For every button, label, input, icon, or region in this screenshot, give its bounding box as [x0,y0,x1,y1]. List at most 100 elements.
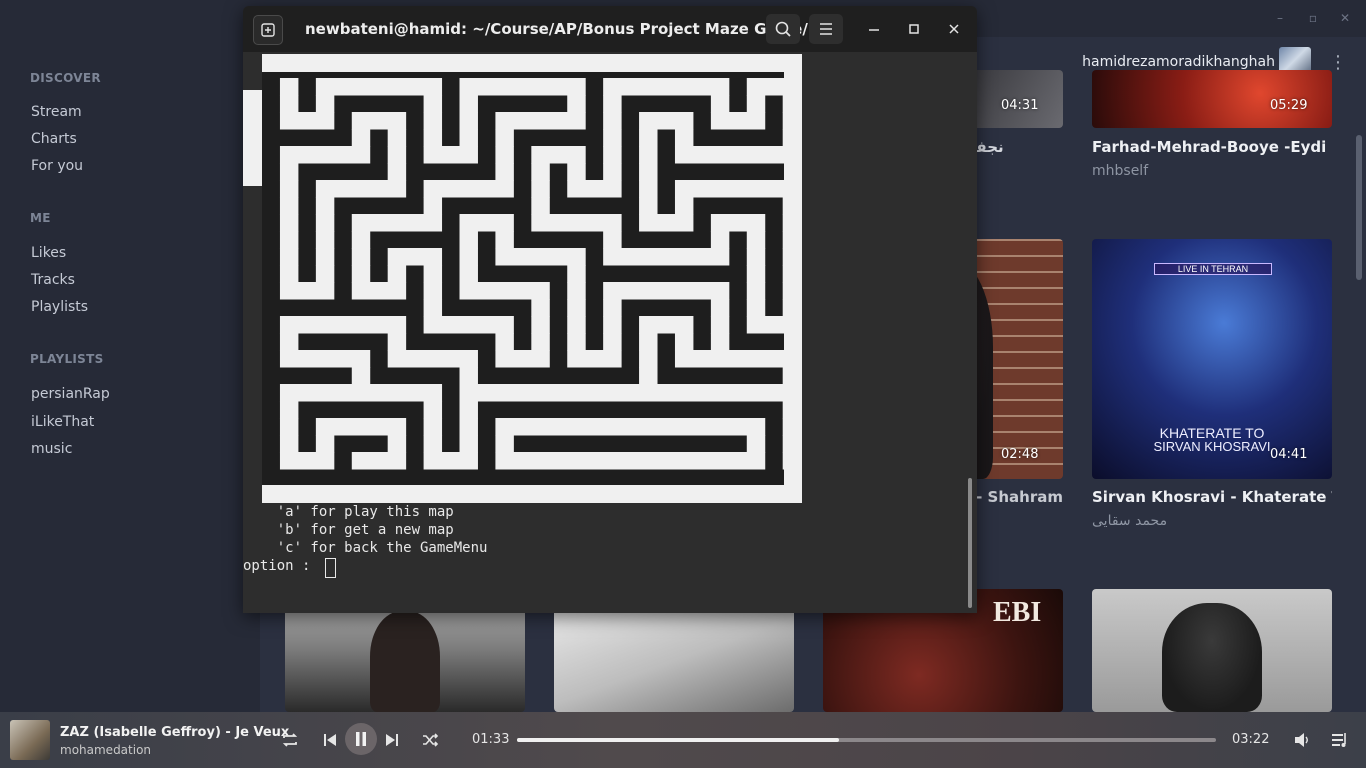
maze-path-cell [782,112,802,130]
sidebar-item-charts[interactable]: Charts [31,131,77,147]
maze-path-cell [782,316,802,334]
card-artwork[interactable]: LIVE IN TEHRAN KHATERATE TO SIRVAN KHOSR… [1092,239,1332,479]
maze-path-cell [387,248,407,266]
card-duration: 04:31 [1001,98,1039,113]
maze-path-cell [674,248,694,266]
sidebar-item-stream[interactable]: Stream [31,104,82,120]
maze-path-cell [603,129,622,147]
maze-path-cell [603,452,622,470]
maze-path-cell [746,146,766,164]
maze-path-cell [567,180,586,198]
maze-path-cell [459,180,478,198]
maze-path-cell [567,95,586,113]
maze-path-cell [674,384,694,402]
maze-path-cell [333,384,353,402]
card-artwork[interactable]: 05:29 [1092,70,1332,128]
close-icon[interactable] [947,22,961,36]
maze-path-cell [674,452,694,470]
maze-path-cell [387,146,407,164]
playlist-persianrap[interactable]: persianRap [31,386,110,402]
maze-path-cell [459,435,478,453]
now-playing-artwork[interactable] [10,720,50,760]
minimize-icon[interactable]: – [1272,10,1288,26]
maze-path-cell [710,333,730,351]
maze-path-cell [657,112,676,130]
maze-path-cell [639,452,658,470]
maze-path-cell [387,452,407,470]
playlist-music[interactable]: music [31,441,72,457]
maze-path-cell [728,214,748,232]
card-title[interactable]: Sirvan Khosravi - Khaterate To - Liv [1092,488,1332,506]
progress-bar[interactable] [517,738,1216,742]
maze-path-cell [423,95,443,113]
maze-map [243,54,802,503]
restore-icon[interactable]: ▫ [1305,10,1321,26]
previous-icon[interactable] [322,732,338,748]
maze-path-cell [782,350,802,368]
terminal-search-button[interactable] [766,14,800,44]
maze-path-cell [369,214,389,232]
maze-path-cell [405,350,425,368]
maze-path-cell [423,452,443,470]
maze-path-cell [585,452,604,470]
username[interactable]: hamidrezamoradikhanghah [1082,54,1275,70]
sidebar-item-tracks[interactable]: Tracks [31,272,75,288]
terminal-scrollbar[interactable] [968,478,972,608]
maze-path-cell [369,316,389,334]
card-subtitle[interactable]: mhbself [1092,163,1332,179]
new-tab-button[interactable] [253,15,283,45]
pause-button[interactable] [345,723,377,755]
maze-path-cell [351,282,371,300]
terminal-menu-button[interactable] [809,14,843,44]
main-scrollbar[interactable] [1356,135,1362,280]
maze-path-cell [567,214,586,232]
sidebar-item-playlists[interactable]: Playlists [31,299,88,315]
maze-path-cell [585,350,604,368]
now-playing-artist[interactable]: mohamedation [60,743,151,757]
maze-path-cell [782,265,802,283]
maze-path-cell [369,78,389,96]
minimize-icon[interactable] [867,22,881,36]
shuffle-icon[interactable] [421,731,439,749]
maze-path-cell [710,112,730,130]
maze-path-cell [746,265,766,283]
maze-path-cell [387,129,407,147]
progress-fill [517,738,839,742]
maze-path-cell [549,112,568,130]
sidebar-item-likes[interactable]: Likes [31,245,66,261]
maze-path-cell [351,146,371,164]
maze-path-cell [639,418,658,436]
maze-path-cell [387,265,407,283]
maze-path-cell [459,418,478,436]
maze-path-cell [369,384,389,402]
playlist-ilikethat[interactable]: iLikeThat [31,414,94,430]
close-icon[interactable]: ✕ [1337,10,1353,26]
maze-path-cell [531,333,550,351]
next-icon[interactable] [384,732,400,748]
maze-path-cell [585,384,604,402]
queue-icon[interactable] [1331,731,1349,749]
maze-path-cell [567,248,586,266]
terminal-line: 'a' for play this map [243,504,454,520]
repeat-icon[interactable] [281,731,299,749]
maze-path-cell [387,112,407,130]
terminal-window[interactable]: newbateni@hamid: ~/Course/AP/Bonus Proje… [243,6,977,613]
terminal-headerbar[interactable]: newbateni@hamid: ~/Course/AP/Bonus Proje… [243,6,977,52]
card-artwork[interactable] [1092,589,1332,712]
maximize-icon[interactable] [907,22,921,36]
maze-path-cell [513,248,532,266]
maze-path-cell [315,435,335,453]
maze-path-cell [495,112,514,130]
volume-icon[interactable] [1293,731,1311,749]
terminal-body[interactable]: 'a' for play this map 'b' for get a new … [243,52,977,613]
now-playing-title[interactable]: ZAZ (Isabelle Geffroy) - Je Veux [60,725,289,740]
maze-path-cell [782,78,802,96]
maze-path-cell [351,452,371,470]
card-subtitle[interactable]: محمد سقایی [1092,513,1332,529]
maze-path-cell [674,129,694,147]
maze-path-cell [657,282,676,300]
sidebar-item-for-you[interactable]: For you [31,158,83,174]
maze-path-cell [495,248,514,266]
maze-path-cell [674,316,694,334]
card-title[interactable]: Farhad-Mehrad-Booye -Eydi [1092,138,1332,156]
